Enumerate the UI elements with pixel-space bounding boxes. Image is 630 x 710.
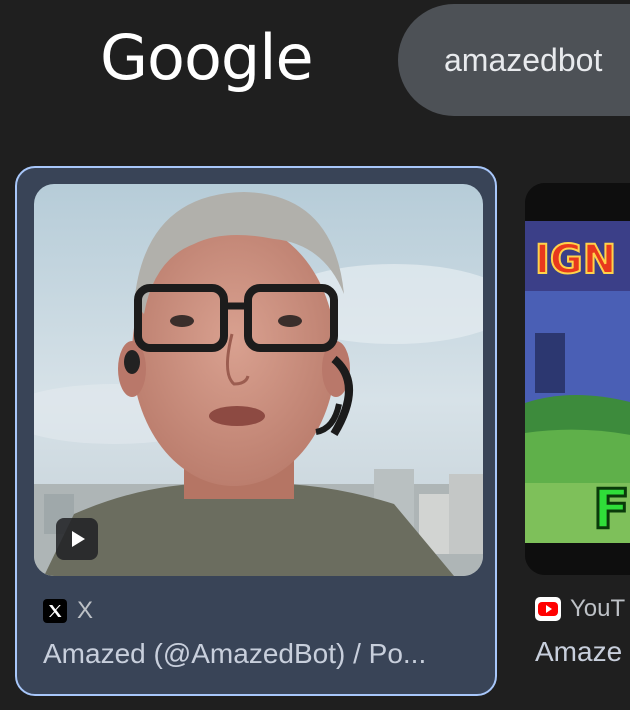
result-title[interactable]: Amaze <box>535 636 622 668</box>
google-logo[interactable]: Google <box>100 18 314 98</box>
source-name: YouT <box>570 595 626 622</box>
search-query-text[interactable]: amazedbot <box>444 42 602 79</box>
video-thumbnail[interactable]: IGN F <box>525 183 630 575</box>
result-card-x[interactable]: X Amazed (@AmazedBot) / Po... <box>15 166 497 696</box>
source-row: X <box>43 597 94 624</box>
search-box[interactable]: amazedbot <box>398 4 630 116</box>
youtube-logo-icon <box>535 597 561 621</box>
result-card-youtube[interactable]: IGN F YouT Amaze <box>525 183 630 703</box>
thumbnail-image <box>34 184 483 576</box>
play-icon[interactable] <box>56 518 98 560</box>
video-thumbnail[interactable] <box>34 184 483 576</box>
svg-text:F: F <box>593 478 630 541</box>
source-row: YouT <box>535 595 626 622</box>
source-name: X <box>77 597 94 624</box>
x-logo-icon <box>43 599 67 623</box>
google-image-results-page: Google amazedbot X Amazed (@AmazedBot) /… <box>0 0 630 710</box>
thumbnail-image: IGN F <box>525 183 630 575</box>
svg-text:IGN: IGN <box>535 237 616 283</box>
result-title[interactable]: Amazed (@AmazedBot) / Po... <box>43 638 473 670</box>
